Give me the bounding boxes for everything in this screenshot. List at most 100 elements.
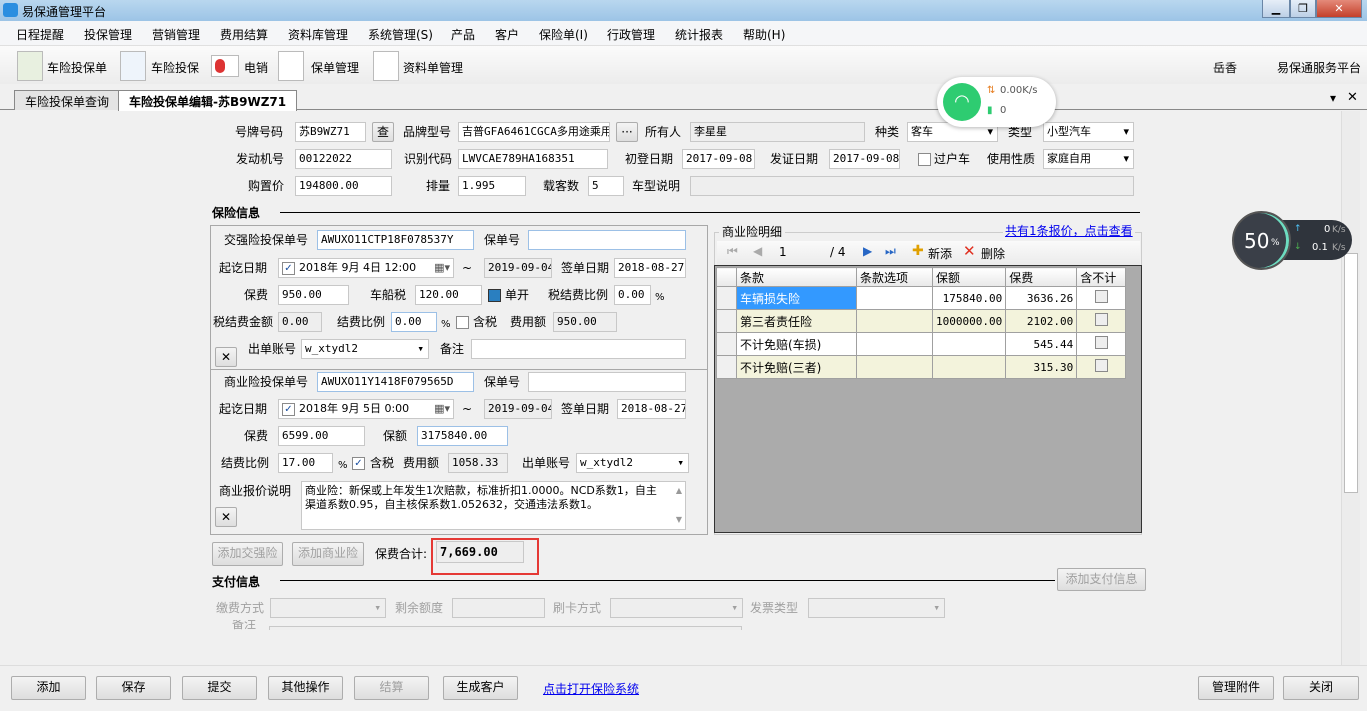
compulsory-policy-input[interactable]	[528, 230, 686, 250]
compulsory-sign-input[interactable]: 2018-08-27	[614, 258, 686, 278]
compulsory-no-input[interactable]: AWUXO11CTP18F078537Y	[317, 230, 474, 250]
compulsory-premium-input[interactable]: 950.00	[278, 285, 349, 305]
table-row[interactable]: 不计免赔(车损) 545.44	[716, 332, 1127, 356]
compulsory-account-select[interactable]: w_xtydl2	[301, 339, 429, 359]
cell-amount[interactable]	[931, 355, 1007, 379]
other-actions-button[interactable]: 其他操作	[268, 676, 343, 700]
remark-input[interactable]	[471, 339, 686, 359]
plate-lookup-button[interactable]: 查	[372, 122, 394, 142]
last-page-icon[interactable]: ⏭	[885, 244, 896, 259]
calendar-dropdown-icon[interactable]: ▦▾	[434, 259, 450, 277]
add-commercial-button[interactable]: 添加商业险	[292, 542, 364, 566]
cell-option[interactable]	[856, 286, 933, 310]
owner-input[interactable]: 李星星	[690, 122, 865, 142]
cell-premium[interactable]: 545.44	[1005, 332, 1078, 356]
tab-proposal-edit[interactable]: 车险投保单编辑-苏B9WZ71	[118, 90, 298, 111]
menu-settlement[interactable]: 费用结算	[220, 26, 268, 43]
close-tab-button[interactable]: ✕	[1347, 90, 1358, 105]
submit-button[interactable]: 提交	[182, 676, 257, 700]
card-method-select[interactable]	[610, 598, 743, 618]
cell-premium[interactable]: 3636.26	[1005, 286, 1078, 310]
displacement-input[interactable]: 1.995	[458, 176, 526, 196]
commercial-incl-tax-checkbox[interactable]: ✓	[352, 457, 365, 470]
table-row[interactable]: 第三者责任险 1000000.00 2102.00	[716, 309, 1127, 333]
commercial-start-checkbox[interactable]: ✓	[282, 403, 295, 416]
cell-premium[interactable]: 315.30	[1005, 355, 1078, 379]
col-clause[interactable]: 条款	[736, 267, 857, 287]
cell-deductible[interactable]	[1076, 332, 1127, 356]
add-compulsory-button[interactable]: 添加交强险	[212, 542, 283, 566]
separate-checkbox[interactable]	[488, 289, 501, 302]
cell-option[interactable]	[856, 332, 933, 356]
col-deductible[interactable]: 含不计	[1076, 267, 1127, 287]
menu-schedule[interactable]: 日程提醒	[16, 26, 64, 43]
service-platform-link[interactable]: 易保通服务平台	[1277, 59, 1361, 76]
deductible-checkbox[interactable]	[1094, 313, 1108, 326]
commercial-start-datepicker[interactable]: ✓ 2018年 9月 5日 0:00 ▦▾	[278, 399, 454, 419]
vessel-tax-input[interactable]: 120.00	[415, 285, 482, 305]
compulsory-start-datepicker[interactable]: ✓ 2018年 9月 4日 12:00 ▦▾	[278, 258, 454, 278]
cell-option[interactable]	[856, 355, 933, 379]
menu-customer[interactable]: 客户	[495, 26, 519, 43]
scrollbar-thumb[interactable]	[1344, 253, 1358, 493]
close-window-button[interactable]: ✕	[1316, 0, 1362, 18]
compulsory-ratio-input[interactable]: 0.00	[391, 312, 437, 332]
compulsory-incl-tax-checkbox[interactable]	[456, 316, 469, 329]
row-header[interactable]	[716, 355, 737, 379]
engine-input[interactable]: 00122022	[295, 149, 392, 169]
deductible-checkbox[interactable]	[1094, 359, 1108, 372]
commercial-policy-input[interactable]	[528, 372, 686, 392]
next-page-icon[interactable]: ▶	[863, 244, 872, 258]
type-select[interactable]: 小型汽车	[1043, 122, 1134, 142]
deductible-checkbox[interactable]	[1094, 336, 1108, 349]
network-widget[interactable]: ◠ ⇅ 0.00K/s ▮ 0	[937, 77, 1056, 127]
toolbar-telesales[interactable]: 电销	[244, 59, 268, 76]
remove-commercial-button[interactable]: ✕	[215, 507, 237, 527]
cell-amount[interactable]	[931, 332, 1007, 356]
toolbar-car-insure[interactable]: 车险投保	[151, 59, 199, 76]
toolbar-policy-mgmt[interactable]: 保单管理	[311, 59, 359, 76]
toolbar-docs-mgmt[interactable]: 资料单管理	[403, 59, 463, 76]
menu-library[interactable]: 资料库管理	[288, 26, 348, 43]
commercial-no-input[interactable]: AWUXO11Y1418F079565D	[317, 372, 474, 392]
cell-amount[interactable]: 175840.00	[931, 286, 1007, 310]
row-header[interactable]	[716, 309, 737, 333]
manage-attachments-button[interactable]: 管理附件	[1198, 676, 1274, 700]
col-amount[interactable]: 保额	[931, 267, 1007, 287]
menu-marketing[interactable]: 营销管理	[152, 26, 200, 43]
add-payment-button[interactable]: 添加支付信息	[1057, 568, 1146, 591]
vin-input[interactable]: LWVCAE789HA168351	[458, 149, 608, 169]
delete-row-button[interactable]: 删除	[981, 245, 1005, 262]
table-row[interactable]: 不计免赔(三者) 315.30	[716, 355, 1127, 379]
cell-clause[interactable]: 不计免赔(车损)	[736, 332, 857, 356]
open-insurance-system-link[interactable]: 点击打开保险系统	[543, 680, 639, 697]
tax-ratio-input[interactable]: 0.00	[614, 285, 651, 305]
brand-more-button[interactable]: ···	[616, 122, 638, 142]
seats-input[interactable]: 5	[588, 176, 624, 196]
scroll-up-icon[interactable]: ▲	[676, 484, 682, 498]
add-button[interactable]: 添加	[11, 676, 86, 700]
close-button[interactable]: 关闭	[1283, 676, 1359, 700]
invoice-type-select[interactable]	[808, 598, 945, 618]
reg-date-input[interactable]: 2017-09-08	[682, 149, 755, 169]
price-input[interactable]: 194800.00	[295, 176, 392, 196]
issue-date-input[interactable]: 2017-09-08	[829, 149, 900, 169]
cell-amount[interactable]: 1000000.00	[931, 309, 1007, 333]
minimize-button[interactable]: ▁	[1262, 0, 1290, 18]
menu-reports[interactable]: 统计报表	[675, 26, 723, 43]
cell-option[interactable]	[856, 309, 933, 333]
cell-deductible[interactable]	[1076, 309, 1127, 333]
save-button[interactable]: 保存	[96, 676, 171, 700]
vertical-scrollbar[interactable]	[1341, 111, 1360, 666]
brand-input[interactable]: 吉普GFA6461CGCA多用途乘用	[458, 122, 610, 142]
page-input[interactable]: 1	[779, 245, 787, 259]
cell-deductible[interactable]	[1076, 355, 1127, 379]
transfer-checkbox[interactable]	[918, 153, 931, 166]
cell-premium[interactable]: 2102.00	[1005, 309, 1078, 333]
restore-button[interactable]: ❐	[1290, 0, 1316, 18]
table-row[interactable]: 车辆损失险 175840.00 3636.26	[716, 286, 1127, 310]
balance-input[interactable]	[452, 598, 545, 618]
cell-clause[interactable]: 不计免赔(三者)	[736, 355, 857, 379]
cell-clause[interactable]: 第三者责任险	[736, 309, 857, 333]
model-desc-input[interactable]	[690, 176, 1134, 196]
